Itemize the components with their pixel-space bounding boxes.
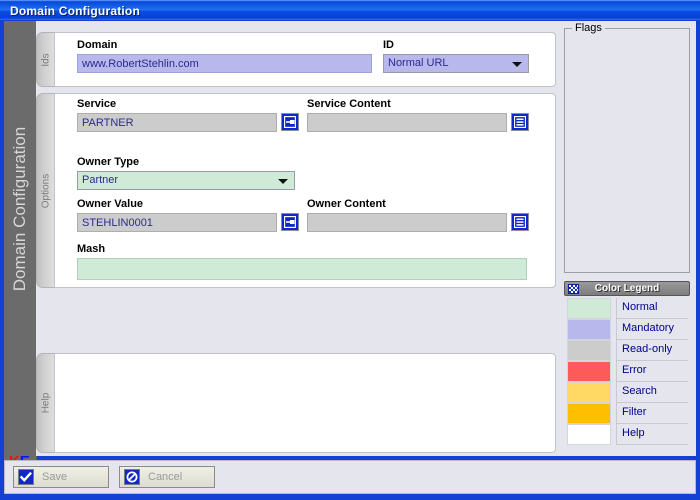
service-content-label: Service Content	[307, 98, 391, 110]
owner-value-input: STEHLIN0001	[77, 213, 277, 232]
list-icon	[514, 216, 526, 228]
owner-content-label: Owner Content	[307, 198, 386, 210]
legend-swatch	[567, 298, 611, 319]
button-bar: Save Cancel	[4, 460, 696, 494]
save-button[interactable]: Save	[13, 466, 109, 488]
service-detail-button[interactable]	[281, 113, 299, 131]
legend-label: Help	[616, 424, 688, 445]
title-bar: Domain Configuration	[0, 0, 700, 20]
owner-type-dropdown[interactable]: Partner	[77, 171, 295, 190]
no-entry-icon-box	[124, 469, 140, 485]
owner-value-label: Owner Value	[77, 198, 144, 210]
checkmark-icon-box	[18, 469, 34, 485]
legend-row: Normal	[564, 298, 690, 319]
client-area: Ids Options Help Domain www.RobertStehli…	[36, 21, 696, 456]
cancel-button-label: Cancel	[148, 471, 183, 483]
service-content-list-button[interactable]	[511, 113, 529, 131]
palette-icon	[568, 284, 579, 294]
legend-swatch	[567, 340, 611, 361]
domain-input[interactable]: www.RobertStehlin.com	[77, 54, 372, 73]
legend-row: Read-only	[564, 340, 690, 361]
owner-type-value: Partner	[82, 174, 119, 186]
legend-label: Read-only	[616, 340, 688, 361]
chevron-down-icon	[512, 61, 522, 67]
options-panel: Service PARTNER Service Content Owner Ty…	[54, 93, 556, 288]
owner-value-detail-button[interactable]	[281, 213, 299, 231]
help-panel	[54, 353, 556, 453]
cancel-button[interactable]: Cancel	[119, 466, 215, 488]
id-dropdown[interactable]: Normal URL	[383, 54, 529, 73]
legend-row: Error	[564, 361, 690, 382]
service-content-input	[307, 113, 507, 132]
tab-help-label: Help	[40, 392, 52, 414]
legend-swatch	[567, 424, 611, 445]
id-label: ID	[383, 39, 394, 51]
tab-help[interactable]: Help	[36, 353, 55, 453]
color-legend: Color Legend Normal Mandatory Read-only Err…	[564, 281, 690, 446]
no-entry-icon	[126, 471, 138, 483]
window-title: Domain Configuration	[10, 4, 140, 18]
domain-label: Domain	[77, 39, 118, 51]
open-detail-icon	[284, 116, 296, 128]
owner-content-list-button[interactable]	[511, 213, 529, 231]
legend-row: Help	[564, 424, 690, 445]
legend-swatch	[567, 361, 611, 382]
brand-rail: Domain Configuration KE	[4, 21, 37, 476]
legend-swatch	[567, 382, 611, 403]
legend-label: Normal	[616, 298, 688, 319]
list-icon	[514, 116, 526, 128]
brand-rail-title: Domain Configuration	[10, 126, 29, 292]
application-window: Domain Configuration Domain Configuratio…	[0, 0, 700, 500]
tab-options-label: Options	[40, 173, 52, 208]
owner-type-label: Owner Type	[77, 156, 140, 168]
tab-options[interactable]: Options	[36, 93, 55, 288]
legend-label: Search	[616, 382, 688, 403]
mash-label: Mash	[77, 243, 106, 255]
owner-content-input	[307, 213, 507, 232]
tab-ids[interactable]: Ids	[36, 32, 55, 87]
legend-label: Filter	[616, 403, 688, 424]
legend-swatch	[567, 319, 611, 340]
id-dropdown-value: Normal URL	[388, 57, 449, 69]
open-detail-icon	[284, 216, 296, 228]
legend-label: Mandatory	[616, 319, 688, 340]
legend-row: Search	[564, 382, 690, 403]
legend-swatch	[567, 403, 611, 424]
service-input: PARTNER	[77, 113, 277, 132]
color-legend-title: Color Legend	[594, 283, 660, 294]
legend-row: Filter	[564, 403, 690, 424]
mash-input[interactable]	[77, 258, 527, 280]
legend-label: Error	[616, 361, 688, 382]
chevron-down-icon	[278, 178, 288, 184]
save-button-label: Save	[42, 471, 68, 483]
legend-row: Mandatory	[564, 319, 690, 340]
color-legend-header: Color Legend	[564, 281, 690, 296]
flags-groupbox: Flags	[564, 22, 690, 273]
service-label: Service	[77, 98, 117, 110]
ids-panel: Domain www.RobertStehlin.com ID Normal U…	[54, 32, 556, 87]
tab-ids-label: Ids	[40, 52, 52, 67]
flags-title: Flags	[572, 22, 605, 34]
checkmark-icon	[19, 471, 32, 482]
